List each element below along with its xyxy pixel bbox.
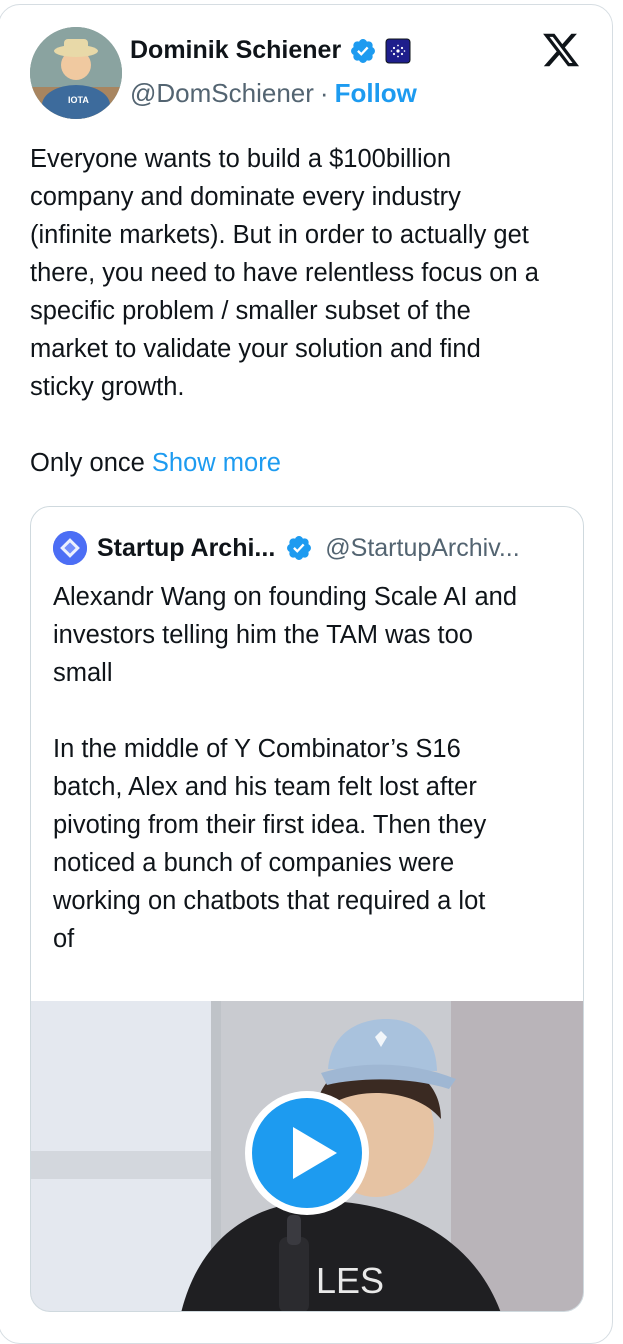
video-thumbnail[interactable]: LES: [31, 1001, 583, 1311]
tweet-text: Everyone wants to build a $100billion co…: [30, 145, 539, 401]
avatar-caption: IOTA: [68, 95, 89, 105]
quote-author-name[interactable]: Startup Archi...: [97, 534, 275, 563]
affiliate-badge-icon[interactable]: [385, 38, 411, 64]
author-avatar[interactable]: IOTA: [30, 27, 122, 119]
quote-author-handle[interactable]: @StartupArchiv...: [325, 534, 519, 563]
author-name[interactable]: Dominik Schiener: [130, 36, 341, 65]
handle-separator: ·: [319, 78, 329, 108]
follow-button[interactable]: Follow: [335, 78, 417, 108]
tweet-text-continuation: Only once: [30, 449, 145, 477]
x-logo-icon[interactable]: [540, 30, 582, 70]
author-handle[interactable]: @DomSchiener: [130, 78, 314, 108]
quote-author-avatar[interactable]: [53, 531, 87, 565]
quote-text: Alexandr Wang on founding Scale AI and i…: [53, 583, 518, 953]
verified-badge-icon: [287, 536, 312, 560]
play-icon[interactable]: [241, 1087, 373, 1219]
quoted-tweet[interactable]: Startup Archi... @StartupArchiv... Alexa…: [30, 506, 584, 1312]
video-shirt-text: LES: [316, 1260, 384, 1301]
verified-badge-icon: [351, 38, 376, 63]
show-more-link[interactable]: Show more: [152, 449, 281, 477]
